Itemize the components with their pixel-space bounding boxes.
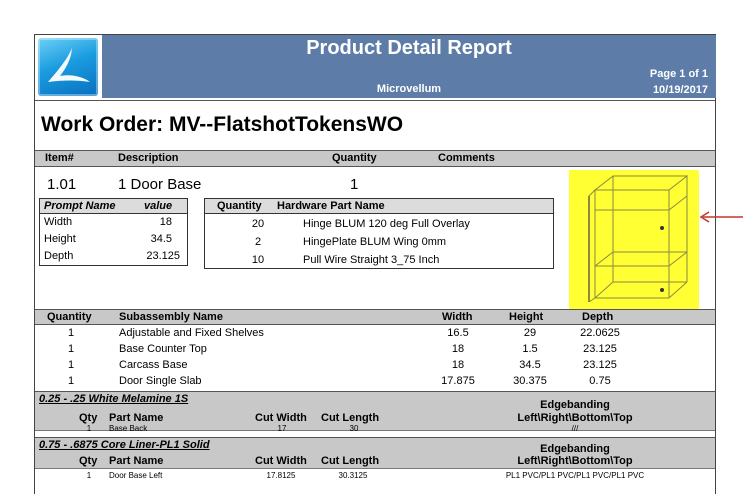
- col-quantity: Quantity: [332, 152, 377, 164]
- sub-depth: 23.125: [583, 343, 617, 355]
- mat-qty-header: Qty: [79, 455, 98, 467]
- hardware-qty-header: Quantity: [217, 200, 262, 212]
- company-name: Microvellum: [376, 83, 442, 95]
- sub-qty: 1: [67, 343, 75, 355]
- sub-height: 34.5: [519, 359, 541, 371]
- prompt-table: Prompt Name value Width 18 Height 34.5 D…: [39, 198, 188, 266]
- sub-width: 16.5: [447, 327, 469, 339]
- mat-part-header: Part Name: [109, 412, 164, 424]
- hardware-name-header: Hardware Part Name: [277, 200, 385, 212]
- col-item: Item#: [45, 152, 74, 164]
- sub-name: Carcass Base: [119, 359, 188, 371]
- mat-edge-header: Edgebanding: [540, 443, 610, 455]
- sub-depth: 22.0625: [580, 327, 620, 339]
- part-edgebanding: ///: [571, 424, 579, 433]
- prompt-value: 18: [159, 216, 172, 228]
- hardware-name: Pull Wire Straight 3_75 Inch: [303, 254, 440, 266]
- mat-cutwidth-header: Cut Width: [255, 455, 307, 467]
- material-name: 0.75 - .6875 Core Liner-PL1 Solid: [39, 439, 210, 451]
- sub-width: 17.875: [441, 375, 475, 387]
- product-item: 1.01: [47, 176, 77, 193]
- header-divider: [35, 100, 715, 101]
- part-edgebanding: PL1 PVC/PL1 PVC/PL1 PVC/PL1 PVC: [505, 471, 645, 480]
- sub-name-header: Subassembly Name: [119, 311, 223, 323]
- sub-width: 18: [451, 343, 465, 355]
- page-info: Page 1 of 1 10/19/2017: [650, 66, 708, 98]
- mat-edge-subheader: Left\Right\Bottom\Top: [517, 412, 633, 424]
- sub-qty: 1: [67, 327, 75, 339]
- page-number: Page 1 of 1: [649, 68, 708, 80]
- mat-edge-header: Edgebanding: [540, 399, 610, 411]
- product-image: [569, 170, 699, 309]
- report-header: Product Detail Report Microvellum Page 1…: [102, 35, 716, 98]
- sub-qty: 1: [67, 359, 75, 371]
- col-comments: Comments: [438, 152, 495, 164]
- part-qty: 1: [86, 424, 92, 433]
- microvellum-logo: [38, 38, 98, 96]
- mat-cutwidth-header: Cut Width: [255, 412, 307, 424]
- hardware-qty: 2: [254, 236, 262, 248]
- part-cut-width: 17.8125: [266, 471, 296, 480]
- sub-name: Door Single Slab: [119, 375, 202, 387]
- part-cut-length: 30: [349, 424, 359, 433]
- report-title: Product Detail Report: [306, 37, 512, 59]
- sub-height-header: Height: [509, 311, 544, 323]
- report-date: 10/19/2017: [652, 84, 708, 96]
- prompt-value: 23.125: [146, 250, 180, 262]
- hardware-name: HingePlate BLUM Wing 0mm: [303, 236, 447, 248]
- sub-name: Base Counter Top: [119, 343, 207, 355]
- mat-cutlength-header: Cut Length: [321, 412, 380, 424]
- sub-height: 1.5: [522, 343, 538, 355]
- product-quantity: 1: [350, 176, 359, 193]
- prompt-value-header: value: [144, 200, 173, 212]
- material-section-header: 0.75 - .6875 Core Liner-PL1 Solid Qty Pa…: [35, 437, 715, 469]
- sub-name: Adjustable and Fixed Shelves: [119, 327, 264, 339]
- mat-part-header: Part Name: [109, 455, 164, 467]
- hardware-table-header: Quantity Hardware Part Name: [205, 199, 553, 214]
- annotation-arrow-icon: [699, 211, 743, 223]
- part-cut-width: 17: [277, 424, 287, 433]
- sub-depth-header: Depth: [582, 311, 614, 323]
- mat-cutlength-header: Cut Length: [321, 455, 380, 467]
- report-page: Product Detail Report Microvellum Page 1…: [34, 34, 716, 494]
- sub-depth: 23.125: [583, 359, 617, 371]
- prompt-name-header: Prompt Name: [44, 200, 116, 212]
- prompt-table-header: Prompt Name value: [40, 199, 187, 214]
- product-header-band: Item# Description Quantity Comments: [35, 150, 715, 167]
- prompt-name: Height: [44, 233, 76, 245]
- work-order-title: Work Order: MV--FlatshotTokensWO: [41, 113, 404, 136]
- material-name: 0.25 - .25 White Melamine 1S: [39, 393, 189, 405]
- sub-height: 29: [523, 327, 537, 339]
- sub-height: 30.375: [513, 375, 547, 387]
- prompt-value: 34.5: [150, 233, 172, 245]
- part-name: Base Back: [109, 424, 148, 433]
- subassembly-header-band: Quantity Subassembly Name Width Height D…: [35, 309, 715, 325]
- hardware-table: Quantity Hardware Part Name 20 Hinge BLU…: [204, 198, 554, 269]
- part-qty: 1: [86, 471, 92, 480]
- cabinet-drawing: [588, 175, 689, 303]
- sub-width: 18: [451, 359, 465, 371]
- sub-qty-header: Quantity: [47, 311, 92, 323]
- product-description: 1 Door Base: [118, 176, 202, 193]
- mat-edge-subheader: Left\Right\Bottom\Top: [517, 455, 633, 467]
- mat-qty-header: Qty: [79, 412, 98, 424]
- sub-qty: 1: [67, 375, 75, 387]
- prompt-name: Width: [44, 216, 73, 228]
- sub-width-header: Width: [442, 311, 473, 323]
- sub-depth: 0.75: [589, 375, 611, 387]
- hardware-qty: 20: [251, 218, 265, 230]
- part-name: Door Base Left: [109, 471, 163, 480]
- part-cut-length: 30.3125: [338, 471, 368, 480]
- prompt-name: Depth: [44, 250, 74, 262]
- hardware-name: Hinge BLUM 120 deg Full Overlay: [303, 218, 470, 230]
- hardware-qty: 10: [251, 254, 265, 266]
- col-description: Description: [118, 152, 179, 164]
